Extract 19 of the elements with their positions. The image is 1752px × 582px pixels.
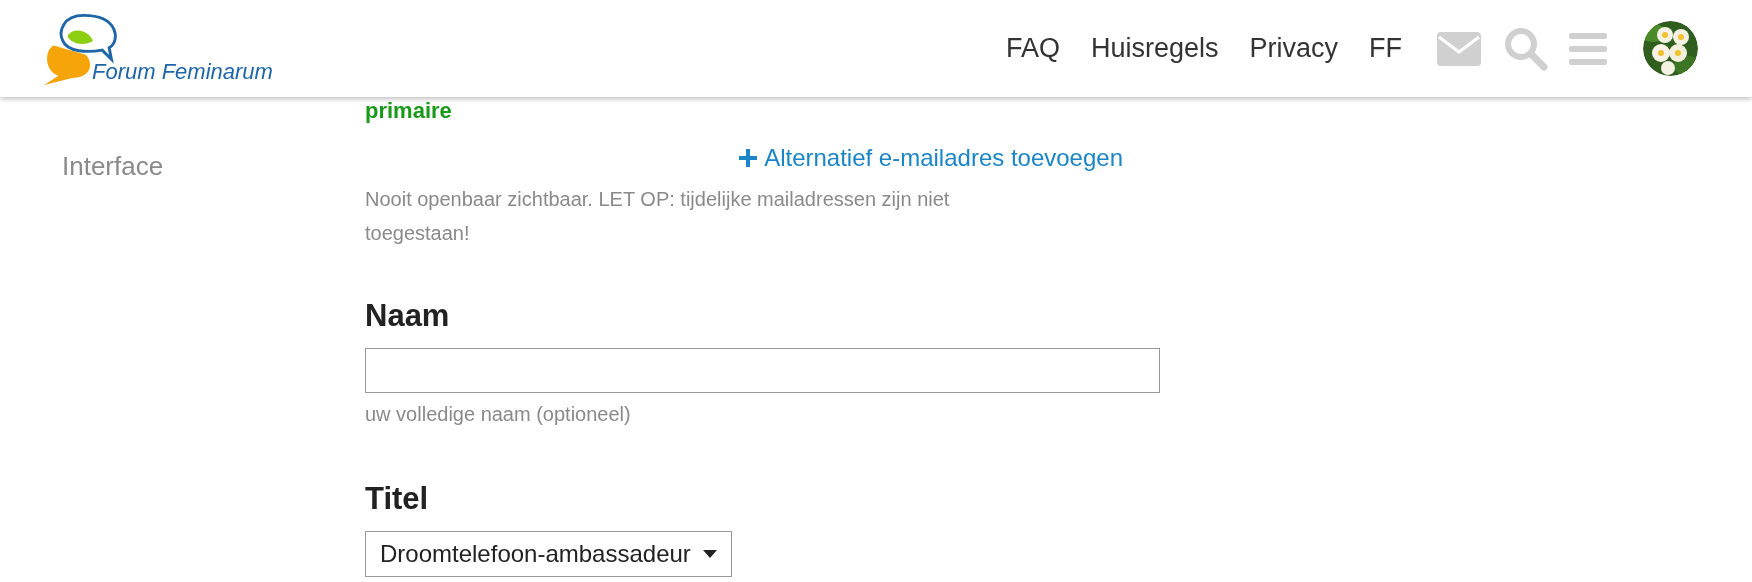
add-email-link[interactable]: Alternatief e-mailadres toevoegen — [738, 146, 1123, 170]
search-icon[interactable] — [1503, 25, 1549, 72]
nav-link[interactable]: FAQ — [1005, 35, 1060, 62]
email-status: primaire — [365, 100, 453, 122]
field-hint: uw volledige naam (optioneel) — [365, 404, 632, 424]
title-select[interactable]: Droomtelefoon-ambassadeur — [365, 531, 732, 577]
logo-text: Forum Feminarum — [92, 60, 273, 83]
logo[interactable]: Forum Feminarum — [42, 12, 292, 85]
plus-icon — [738, 148, 759, 168]
mail-icon[interactable] — [1437, 31, 1481, 66]
name-input-field[interactable] — [365, 348, 1160, 393]
help-text: Nooit openbaar zichtbaar. LET OP: tijdelijke mailadressen zijn niet toegestaan! — [365, 187, 951, 246]
field-label: Titel — [365, 483, 430, 514]
menu-icon[interactable] — [1569, 31, 1607, 66]
nav-link[interactable]: FF — [1369, 35, 1402, 62]
field-label: Naam — [365, 300, 451, 331]
nav-link[interactable]: Privacy — [1249, 35, 1338, 62]
nav-link[interactable]: Huisregels — [1090, 35, 1219, 62]
caret-icon — [702, 550, 717, 558]
